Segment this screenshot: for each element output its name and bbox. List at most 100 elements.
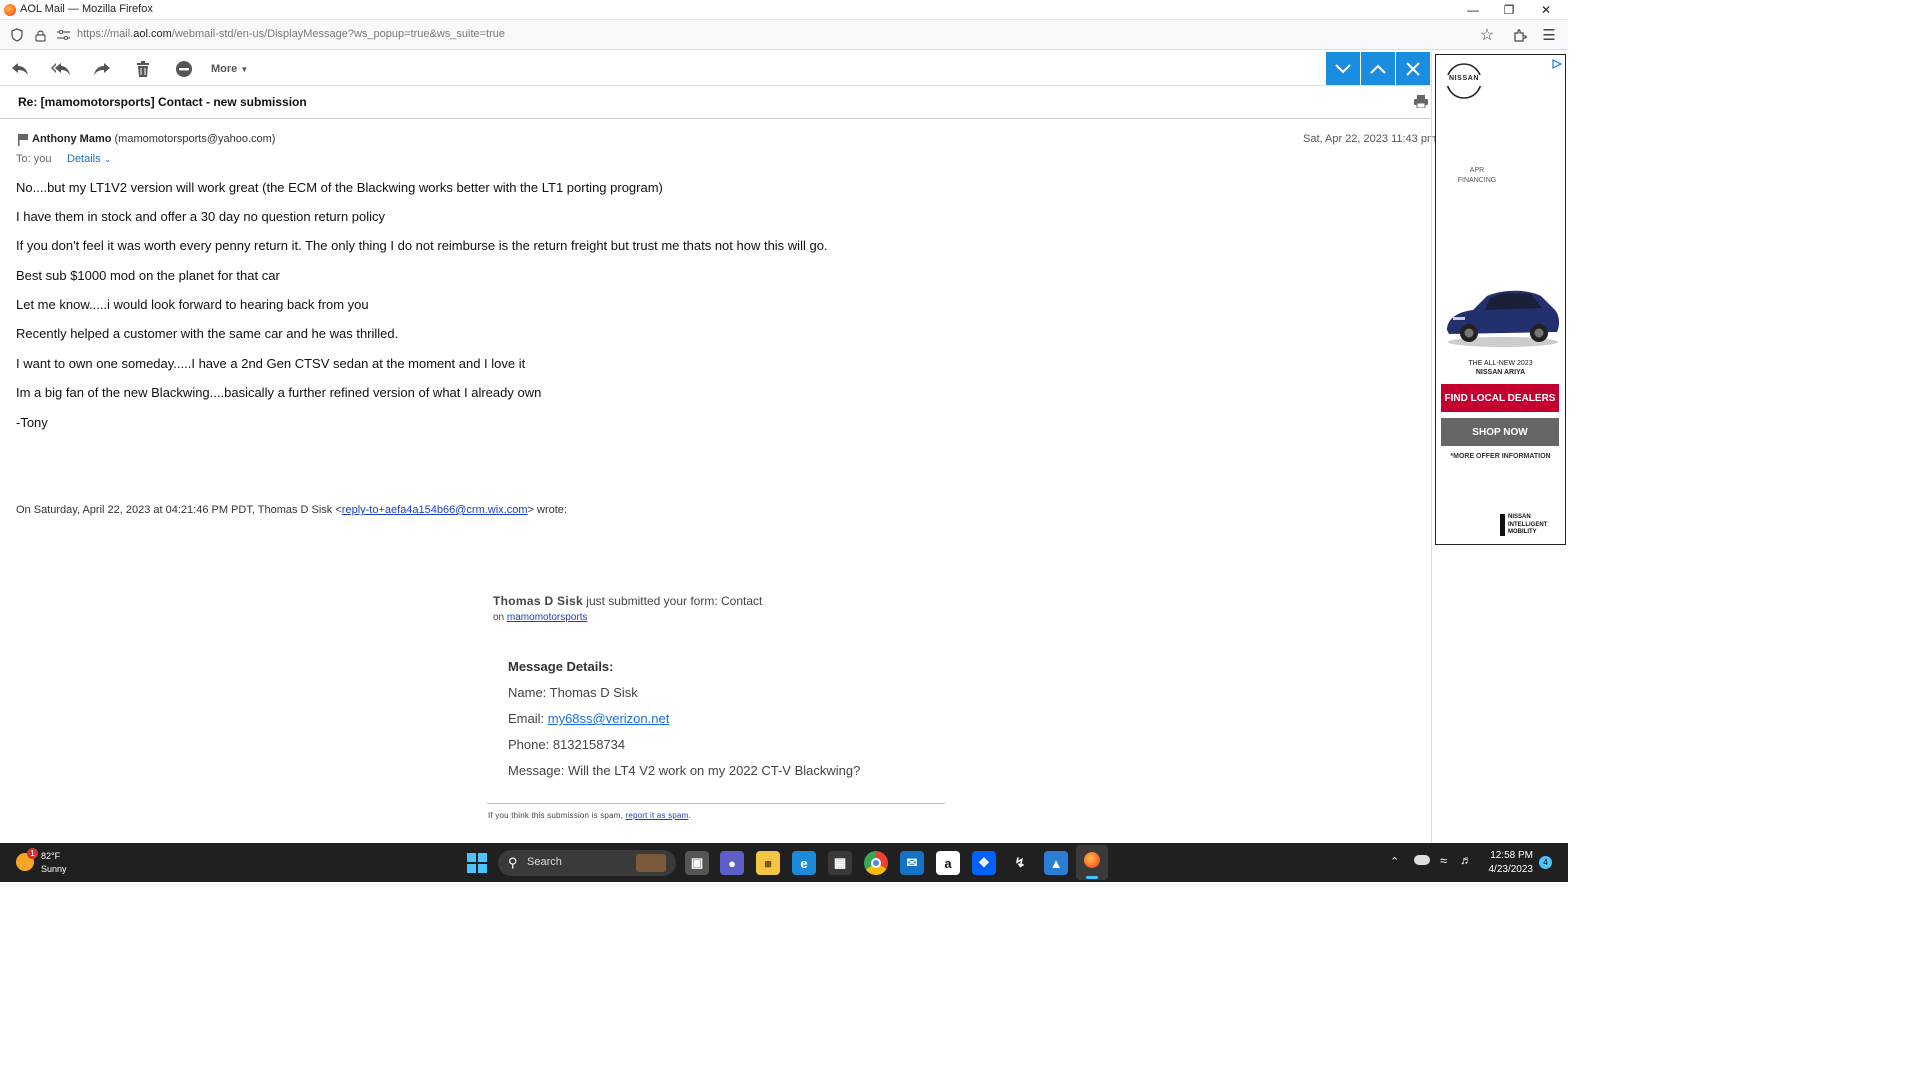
- body-line: If you don't feel it was worth every pen…: [16, 238, 828, 253]
- delete-icon[interactable]: [132, 59, 154, 79]
- firefox-logo-icon: [4, 4, 16, 16]
- more-menu-button[interactable]: More ▼: [211, 63, 248, 75]
- mail-icon[interactable]: ✉: [900, 851, 924, 875]
- ad-model: THE ALL-NEW 2023 NISSAN ARIYA: [1468, 360, 1533, 376]
- address-bar: https://mail.aol.com/webmail-std/en-us/D…: [0, 20, 1568, 50]
- reply-icon[interactable]: [9, 59, 31, 79]
- body-line: Recently helped a customer with the same…: [16, 326, 399, 341]
- close-message-button[interactable]: [1396, 52, 1430, 85]
- form-site-line: on mamomotorsports: [493, 612, 588, 623]
- form-name: Name: Thomas D Sisk: [508, 685, 638, 700]
- report-spam-link[interactable]: report it as spam: [625, 811, 688, 820]
- chrome-icon[interactable]: [864, 851, 888, 875]
- site-link[interactable]: mamomotorsports: [507, 612, 588, 623]
- details-toggle[interactable]: Details ⌄: [67, 153, 111, 165]
- minimize-button[interactable]: —: [1455, 0, 1491, 20]
- chevron-up-icon: [1370, 64, 1386, 74]
- email-date: Sat, Apr 22, 2023 11:43 pm: [1303, 133, 1437, 145]
- form-email-link[interactable]: my68ss@verizon.net: [548, 711, 670, 726]
- reply-to-link[interactable]: reply-to+aefa4a154b66@crm.wix.com: [342, 504, 528, 516]
- store-icon[interactable]: ▦: [828, 851, 852, 875]
- window-title-bar: AOL Mail — Mozilla Firefox — ❐ ✕: [0, 0, 1568, 20]
- previous-message-button[interactable]: [1361, 52, 1395, 85]
- chevron-down-icon: [1335, 63, 1351, 73]
- sender-name: Anthony Mamo: [32, 133, 112, 145]
- firefox-taskbar-active[interactable]: [1076, 845, 1108, 880]
- mail-toolbar: More ▼: [0, 52, 1431, 86]
- nim-logo-bar: [1500, 514, 1505, 536]
- sender[interactable]: Anthony Mamo (mamomotorsports@yahoo.com): [32, 133, 275, 145]
- dropbox-icon[interactable]: ❖: [972, 851, 996, 875]
- lock-icon[interactable]: [33, 27, 47, 43]
- body-line: Best sub $1000 mod on the planet for tha…: [16, 268, 280, 283]
- form-message: Message: Will the LT4 V2 work on my 2022…: [508, 763, 861, 778]
- photos-icon[interactable]: ▲: [1044, 851, 1068, 875]
- adchoices-icon[interactable]: [1552, 56, 1564, 70]
- window-title: AOL Mail — Mozilla Firefox: [20, 3, 153, 15]
- form-phone: Phone: 8132158734: [508, 737, 626, 752]
- body-line: Let me know.....i would look forward to …: [16, 297, 369, 312]
- shield-icon[interactable]: [10, 27, 24, 43]
- weather-badge: 1: [27, 848, 38, 859]
- signature: -Tony: [16, 415, 48, 430]
- reply-all-icon[interactable]: [50, 59, 72, 79]
- nissan-logo: NISSAN: [1442, 61, 1486, 101]
- flag-icon[interactable]: [18, 133, 28, 146]
- email-subject: Re: [mamomotorsports] Contact - new subm…: [18, 95, 307, 109]
- weather-temp[interactable]: 82°F: [41, 851, 60, 861]
- bookmark-star-icon[interactable]: ☆: [1478, 26, 1496, 44]
- notification-badge[interactable]: 4: [1539, 856, 1552, 869]
- onedrive-icon[interactable]: [1414, 855, 1430, 865]
- find-dealers-button[interactable]: FIND LOCAL DEALERS: [1441, 384, 1559, 412]
- spam-notice: If you think this submission is spam, re…: [488, 811, 691, 820]
- bolt-app-icon[interactable]: ↯: [1008, 851, 1032, 875]
- teams-chat-icon[interactable]: ●: [720, 851, 744, 875]
- wifi-icon[interactable]: ≈: [1440, 853, 1447, 868]
- car-image: [1443, 286, 1561, 348]
- permissions-icon[interactable]: [55, 27, 71, 43]
- caret-down-icon: ▼: [240, 65, 249, 74]
- amazon-icon[interactable]: a: [936, 851, 960, 875]
- volume-muted-icon[interactable]: ♬: [1460, 853, 1472, 867]
- quote-header: On Saturday, April 22, 2023 at 04:21:46 …: [16, 504, 567, 516]
- body-line: I want to own one someday.....I have a 2…: [16, 356, 526, 371]
- url-field[interactable]: https://mail.aol.com/webmail-std/en-us/D…: [77, 28, 505, 40]
- windows-start-icon[interactable]: [467, 853, 487, 873]
- task-view-icon[interactable]: ▣: [685, 851, 709, 875]
- message-details-heading: Message Details:: [508, 659, 614, 674]
- clock-date[interactable]: 4/23/2023: [1485, 864, 1534, 875]
- body-line: I have them in stock and offer a 30 day …: [16, 209, 386, 224]
- active-indicator: [1086, 876, 1098, 879]
- form-submission-line: Thomas D Sisk just submitted your form: …: [493, 594, 763, 608]
- ad-apr: APR FINANCING: [1457, 167, 1497, 184]
- search-highlight-icon: [636, 854, 666, 872]
- chevron-up-icon[interactable]: ⌃: [1390, 855, 1399, 868]
- block-sender-icon[interactable]: [173, 59, 195, 79]
- edge-icon[interactable]: e: [792, 851, 816, 875]
- form-email: Email: my68ss@verizon.net: [508, 711, 670, 726]
- restore-button[interactable]: ❐: [1491, 0, 1527, 20]
- body-line: Im a big fan of the new Blackwing....bas…: [16, 385, 542, 400]
- next-message-button[interactable]: [1326, 52, 1360, 85]
- taskbar-search-box[interactable]: ⚲ Search: [498, 850, 676, 876]
- file-explorer-icon[interactable]: ■: [756, 851, 780, 875]
- divider: [0, 118, 1431, 119]
- recipient: To: you: [16, 153, 52, 165]
- ad-footer-brand: NISSAN INTELLIGENT MOBILITY: [1508, 514, 1548, 535]
- extensions-icon[interactable]: [1511, 26, 1529, 44]
- offer-info-link[interactable]: *MORE OFFER INFORMATION: [1436, 453, 1565, 460]
- divider: [487, 803, 945, 804]
- weather-desc[interactable]: Sunny: [41, 864, 67, 874]
- forward-icon[interactable]: [91, 59, 113, 79]
- taskbar: 1 82°F Sunny ⚲ Search ▣ ● ■ e ▦ ✉ a ❖ ↯ …: [0, 843, 1568, 882]
- close-window-button[interactable]: ✕: [1528, 0, 1564, 20]
- print-icon[interactable]: [1413, 94, 1429, 108]
- firefox-icon: [1084, 852, 1100, 868]
- search-icon: ⚲: [508, 855, 518, 870]
- menu-icon[interactable]: ☰: [1540, 26, 1558, 44]
- nissan-ad[interactable]: NISSAN APR FINANCING THE ALL-NEW 2023 NISS…: [1435, 54, 1566, 545]
- close-icon: [1406, 61, 1420, 76]
- body-line: No....but my LT1V2 version will work gre…: [16, 180, 663, 195]
- shop-now-button[interactable]: SHOP NOW: [1441, 418, 1559, 446]
- clock-time[interactable]: 12:58 PM: [1489, 850, 1533, 861]
